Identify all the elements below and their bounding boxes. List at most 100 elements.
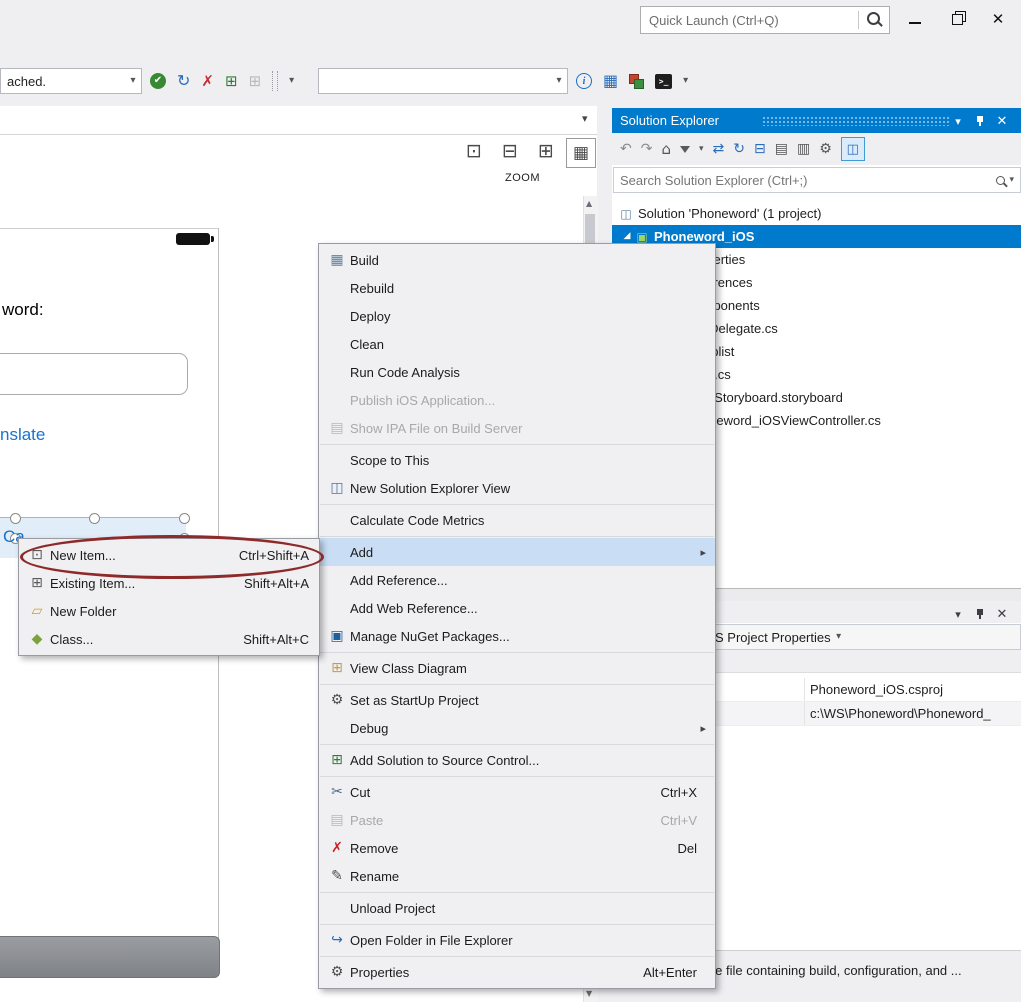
menu-item[interactable]: Clean [319,330,715,358]
build-success-icon[interactable]: ✔ [150,73,166,89]
expand-arrow-icon[interactable]: ◢ [620,232,634,241]
property-value[interactable]: Phoneword_iOS.csproj [805,682,943,697]
menu-item[interactable]: ⚙ Set as StartUp Project [319,686,715,714]
quick-launch-input[interactable] [641,13,858,28]
selection-handle[interactable] [89,513,100,524]
menu-item[interactable]: Unload Project [319,894,715,922]
properties-wrench-icon: ⚙ [324,965,350,979]
chevron-down-icon[interactable]: ▾ [125,76,141,86]
menu-item[interactable]: ⊞ View Class Diagram [319,654,715,682]
translate-button-label[interactable]: nslate [0,425,45,445]
menu-item[interactable]: ⊞ Add Solution to Source Control... [319,746,715,774]
drag-grip[interactable] [762,116,950,126]
toolbar-grip[interactable] [272,71,278,91]
property-value[interactable]: c:\WS\Phoneword\Phoneword_ [805,706,991,721]
wrench-icon[interactable]: ⚙ [819,142,832,156]
menu-item[interactable]: ▱ New Folder [19,597,319,625]
back-icon[interactable]: ↶ [620,142,632,156]
solution-search-input[interactable] [614,173,996,188]
window-position-chevron-icon[interactable]: ▾ [948,604,968,624]
rename-icon: ✎ [324,869,350,883]
device-combo[interactable]: ached. ▾ [0,68,142,94]
menu-item[interactable]: ◆ Class... Shift+Alt+C [19,625,319,653]
collapse-all-icon[interactable]: ⊟ [754,142,766,156]
preview-selected-items-button[interactable]: ◫ [841,137,865,161]
menu-item[interactable]: ✗ Remove Del [319,834,715,862]
filter-icon[interactable] [680,146,690,153]
menu-item[interactable]: Add Web Reference... [319,594,715,622]
class-diagram-icon: ⊞ [324,661,350,675]
search-icon[interactable] [867,12,880,25]
filter-chevron-icon[interactable]: ▾ [699,145,704,154]
menu-item[interactable]: ⊞ Existing Item... Shift+Alt+A [19,569,319,597]
window-position-chevron-icon[interactable]: ▾ [948,111,968,131]
class-icon: ◆ [24,632,50,646]
close-icon[interactable]: ✕ [992,604,1012,624]
configuration-combo[interactable]: ▾ [318,68,568,94]
search-chevron-icon[interactable]: ▾ [1009,176,1014,185]
selection-handle[interactable] [10,513,21,524]
menu-item[interactable]: Add [319,538,715,566]
menu-item[interactable]: Rebuild [319,274,715,302]
properties-pages-icon[interactable]: ▤ [775,142,788,156]
menu-item[interactable]: ✎ Rename [319,862,715,890]
menu-item[interactable]: Debug [319,714,715,742]
quick-launch-box[interactable] [640,6,890,34]
minimize-button[interactable] [900,6,930,32]
constraints-toggle-button[interactable]: ▦ [566,138,596,168]
new-solution-explorer-view-icon: ◫ [324,481,350,495]
menu-item[interactable]: ▤ Show IPA File on Build Server [319,414,715,442]
toolbar-overflow-icon[interactable]: ▾ [683,76,688,86]
scroll-down-icon[interactable]: ▼ [586,990,592,998]
menu-item[interactable]: Add Reference... [319,566,715,594]
preview-icon: ◫ [847,143,859,156]
menu-item-label: Paste [350,813,383,828]
console-icon[interactable]: >_ [655,74,672,89]
close-icon[interactable]: ✕ [992,111,1012,131]
menu-item[interactable]: ↪ Open Folder in File Explorer [319,926,715,954]
toolbar-overflow-icon[interactable]: ▾ [289,76,294,86]
grid-view-icon[interactable]: ▦ [603,73,618,89]
menu-item[interactable]: Publish iOS Application... [319,386,715,414]
restore-button[interactable] [942,6,972,32]
refresh-icon[interactable]: ↻ [733,142,745,156]
menu-item[interactable]: Scope to This [319,446,715,474]
phone-number-field[interactable] [0,353,188,395]
menu-item[interactable]: Deploy [319,302,715,330]
menu-item[interactable]: ▤ Paste Ctrl+V [319,806,715,834]
deploy-icon[interactable]: ⊞ [225,74,238,89]
zoom-out-icon[interactable]: ⊟ [502,142,518,161]
menu-item[interactable]: ⊡ New Item... Ctrl+Shift+A [19,541,319,569]
menu-item[interactable]: Run Code Analysis [319,358,715,386]
chevron-down-icon[interactable]: ▾ [551,76,567,86]
info-icon[interactable]: i [576,73,592,89]
zoom-fit-icon[interactable]: ⊡ [466,142,482,161]
solution-search-box[interactable]: ▾ [613,167,1021,193]
menu-item[interactable]: ▦ Build [319,246,715,274]
chevron-down-icon[interactable]: ▾ [831,632,847,642]
tree-item[interactable]: ◫ Solution 'Phoneword' (1 project) [612,202,1021,225]
ipa-file-icon: ▤ [324,421,350,435]
menu-item[interactable]: ⚙ Properties Alt+Enter [319,958,715,986]
menu-item[interactable]: ◫ New Solution Explorer View [319,474,715,502]
pin-icon[interactable] [970,111,990,131]
error-list-icon[interactable]: ✗ [201,74,214,89]
menu-item-label: New Solution Explorer View [350,481,510,496]
menu-item-shortcut: Alt+Enter [643,965,697,980]
zoom-in-icon[interactable]: ⊞ [538,142,554,161]
menu-item[interactable]: ▣ Manage NuGet Packages... [319,622,715,650]
pin-icon[interactable] [970,604,990,624]
class-view-icon[interactable] [629,74,644,89]
refresh-icon[interactable]: ↻ [177,73,190,89]
show-all-files-icon[interactable]: ▥ [797,142,810,156]
close-button[interactable]: ✕ [983,6,1013,32]
forward-icon[interactable]: ↷ [641,142,653,156]
scroll-up-icon[interactable]: ▲ [586,200,592,208]
sync-with-active-document-icon[interactable]: ⇄ [713,142,725,156]
home-icon[interactable]: ⌂ [661,142,671,157]
document-list-chevron-icon[interactable]: ▾ [582,113,588,124]
menu-item[interactable]: ✂ Cut Ctrl+X [319,778,715,806]
selection-handle[interactable] [179,513,190,524]
menu-item[interactable]: Calculate Code Metrics [319,506,715,534]
search-icon[interactable] [996,176,1005,185]
